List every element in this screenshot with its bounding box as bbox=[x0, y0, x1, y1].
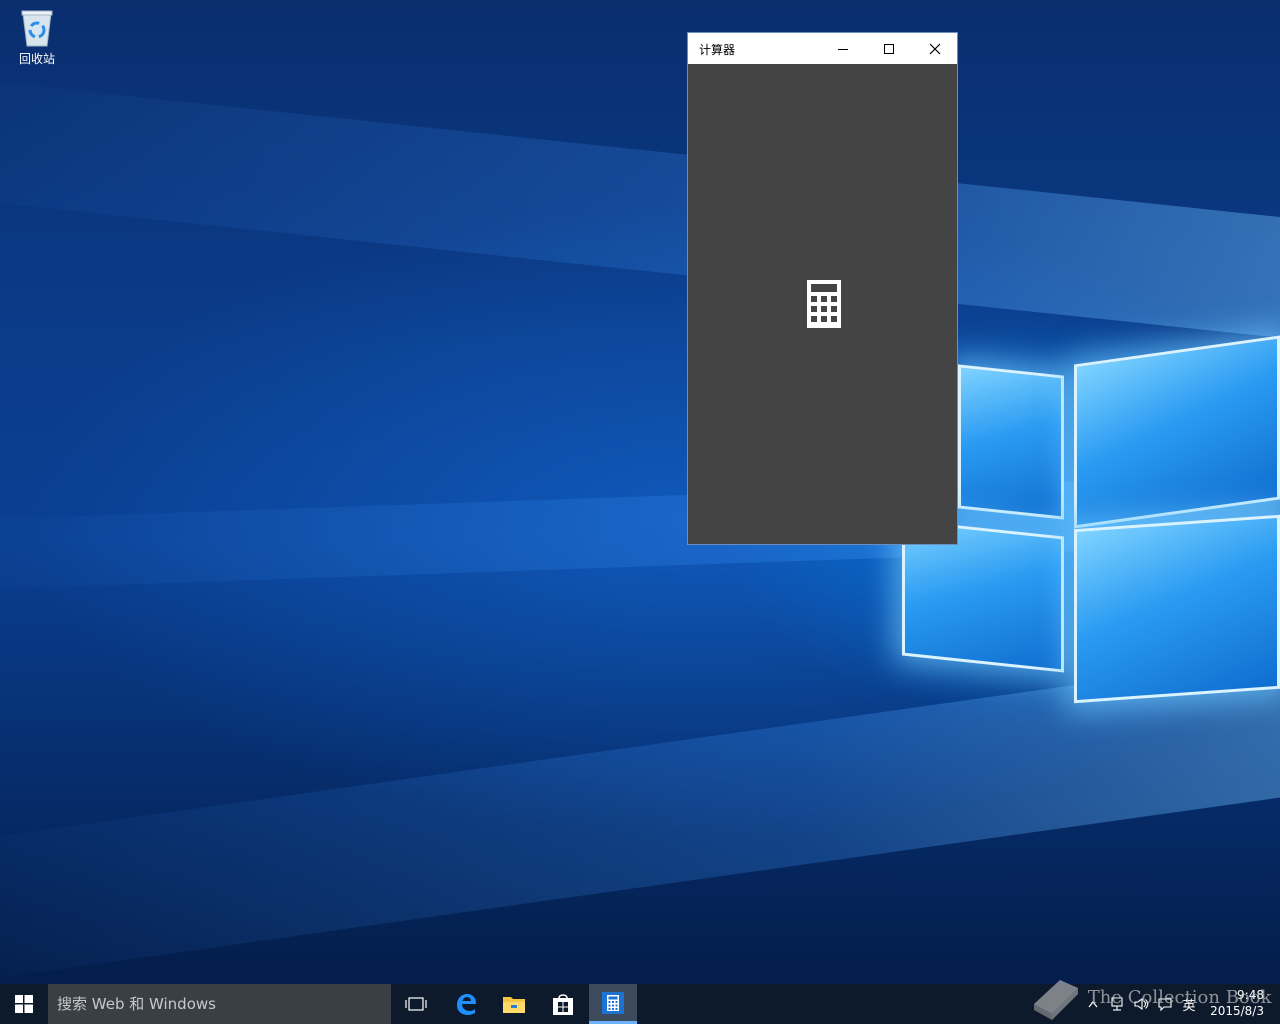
window-titlebar[interactable]: 计算器 bbox=[688, 33, 957, 64]
calculator-taskbar-button[interactable] bbox=[589, 984, 637, 1024]
recycle-bin-label: 回收站 bbox=[18, 52, 55, 66]
calculator-splash-icon bbox=[807, 280, 841, 332]
store-icon bbox=[553, 994, 573, 1015]
minimize-button[interactable] bbox=[820, 33, 866, 64]
edge-icon bbox=[457, 994, 476, 1015]
book-icon bbox=[1034, 980, 1078, 1020]
task-view-icon bbox=[405, 997, 427, 1011]
recycle-bin-icon bbox=[20, 8, 54, 48]
watermark-text: The Collection Book bbox=[1087, 987, 1272, 1008]
close-button[interactable] bbox=[912, 33, 958, 64]
folder-icon bbox=[503, 997, 525, 1013]
task-view-button[interactable] bbox=[392, 984, 440, 1024]
search-input[interactable] bbox=[48, 984, 391, 1024]
window-title: 计算器 bbox=[699, 43, 736, 57]
minimize-icon bbox=[838, 48, 848, 50]
watermark: The Collection Book bbox=[1030, 974, 1272, 1022]
calculator-window[interactable]: 计算器 bbox=[687, 32, 958, 545]
recycle-bin-desktop-icon[interactable]: 回收站 bbox=[10, 8, 64, 67]
calculator-icon bbox=[602, 991, 624, 1014]
windows-logo-icon bbox=[15, 995, 33, 1013]
light-beam bbox=[0, 73, 1280, 350]
logo-pane-top-right bbox=[1074, 335, 1280, 529]
logo-pane-bottom-right bbox=[1074, 514, 1280, 704]
start-button[interactable] bbox=[0, 984, 48, 1024]
maximize-icon bbox=[884, 43, 894, 54]
store-button[interactable] bbox=[539, 984, 587, 1024]
desktop-background: 回收站 计算器 bbox=[0, 0, 1280, 984]
file-explorer-button[interactable] bbox=[490, 984, 538, 1024]
close-icon bbox=[929, 43, 941, 54]
edge-button[interactable] bbox=[442, 984, 490, 1024]
logo-pane-top-left bbox=[958, 364, 1064, 520]
maximize-button[interactable] bbox=[866, 33, 912, 64]
